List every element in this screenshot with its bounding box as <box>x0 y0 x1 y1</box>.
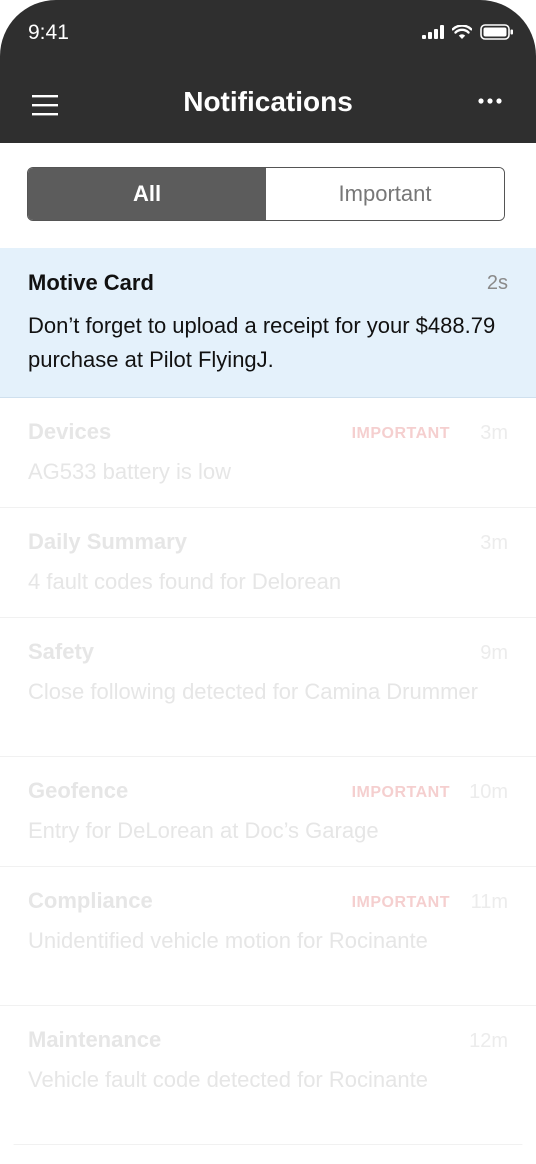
cellular-signal-icon <box>422 25 444 39</box>
notification-message: Entry for DeLorean at Doc’s Garage <box>28 818 379 843</box>
status-time: 9:41 <box>28 21 69 44</box>
important-badge: IMPORTANT <box>351 425 450 442</box>
notification-list: Motive Card 2s Don’t forget to upload a … <box>0 248 536 1145</box>
tab-important[interactable]: Important <box>266 168 504 220</box>
battery-icon <box>480 24 513 40</box>
notification-item-maintenance[interactable]: Maintenance 12m Vehicle fault code detec… <box>0 1006 536 1145</box>
notification-item-geofence[interactable]: Geofence IMPORTANT 10m Entry for DeLorea… <box>0 757 536 867</box>
status-bar: 9:41 <box>0 0 536 68</box>
notification-source: Maintenance <box>28 1027 162 1052</box>
nav-bar: Notifications <box>0 68 536 143</box>
status-icons <box>422 24 514 40</box>
notification-message: Vehicle fault code detected for Rocinant… <box>28 1067 428 1092</box>
notification-age: 3m <box>480 532 508 554</box>
notification-message: Unidentified vehicle motion for Rocinant… <box>28 928 428 953</box>
notification-message: 4 fault codes found for Delorean <box>28 569 342 594</box>
notification-item-motive-card[interactable]: Motive Card 2s Don’t forget to upload a … <box>0 248 536 398</box>
notification-source: Motive Card <box>28 270 154 295</box>
notification-source: Geofence <box>28 778 129 803</box>
notification-source: Daily Summary <box>28 529 187 554</box>
notification-age: 12m <box>469 1030 508 1052</box>
notification-message: Don’t forget to upload a receipt for you… <box>28 313 496 372</box>
notification-age: 3m <box>480 422 508 444</box>
wifi-icon <box>452 24 472 39</box>
phone-screen: 9:41 Notifications All Important Motive … <box>0 0 536 1164</box>
segmented-control: All Important <box>27 167 505 221</box>
notification-age: 11m <box>470 891 508 913</box>
notification-age: 10m <box>469 781 508 803</box>
notification-source: Compliance <box>28 888 153 913</box>
notification-item-daily-summary[interactable]: Daily Summary 3m 4 fault codes found for… <box>0 508 536 618</box>
notification-item-safety[interactable]: Safety 9m Close following detected for C… <box>0 618 536 757</box>
important-badge: IMPORTANT <box>351 784 450 801</box>
important-badge: IMPORTANT <box>351 894 450 911</box>
notification-age: 2s <box>486 272 508 294</box>
notification-source: Safety <box>28 639 95 664</box>
notification-source: Devices <box>28 419 112 444</box>
notification-item-devices[interactable]: Devices IMPORTANT 3m AG533 battery is lo… <box>0 398 536 508</box>
notification-age: 9m <box>480 642 508 664</box>
notification-message: Close following detected for Camina Drum… <box>28 679 478 704</box>
notification-message: AG533 battery is low <box>28 459 231 484</box>
notification-item-compliance[interactable]: Compliance IMPORTANT 11m Unidentified ve… <box>0 867 536 1006</box>
page-title: Notifications <box>183 86 353 117</box>
more-horizontal-icon[interactable] <box>478 98 502 104</box>
tab-all[interactable]: All <box>28 168 266 220</box>
app-header: 9:41 Notifications <box>0 0 536 143</box>
